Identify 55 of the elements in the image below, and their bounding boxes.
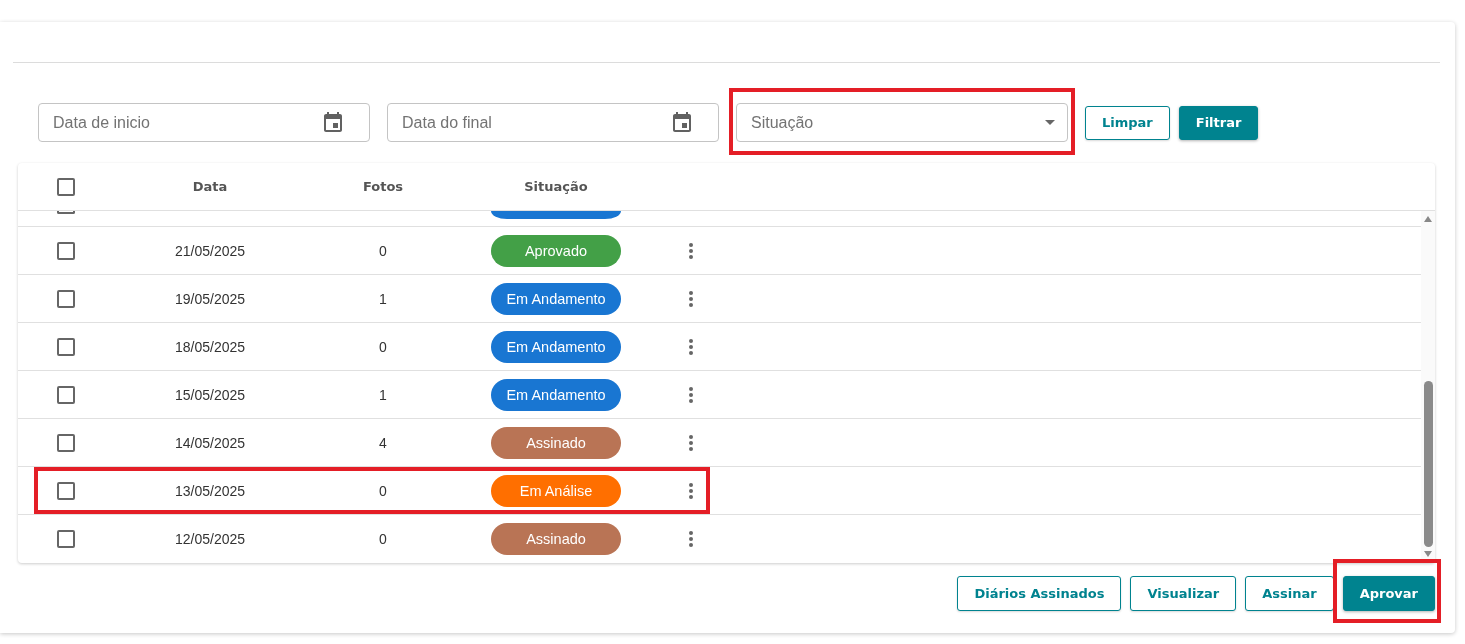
checkbox[interactable]	[57, 530, 75, 548]
kebab-menu-icon[interactable]	[689, 290, 693, 307]
scroll-down-icon[interactable]	[1424, 551, 1432, 557]
status-badge: Em Andamento	[491, 330, 621, 363]
checkbox[interactable]	[57, 337, 75, 356]
checkbox[interactable]	[57, 241, 75, 260]
kebab-menu-icon[interactable]	[689, 338, 693, 355]
checkbox[interactable]	[57, 481, 75, 500]
checkbox[interactable]	[57, 177, 75, 196]
status-badge: Em Andamento	[491, 378, 621, 411]
date-cell: 13/05/2025	[174, 482, 246, 499]
photo-count-cell: 0	[379, 482, 387, 499]
kebab-menu-icon[interactable]	[689, 531, 693, 547]
calendar-icon[interactable]	[673, 112, 691, 132]
kebab-menu-icon[interactable]	[689, 434, 693, 451]
checkbox[interactable]	[57, 385, 75, 404]
date-field[interactable]: Data do final	[387, 103, 719, 142]
clear-button[interactable]: Limpar	[1085, 105, 1170, 140]
date-cell: 14/05/2025	[174, 434, 246, 451]
kebab-menu-icon[interactable]	[689, 386, 693, 403]
scrollbar-thumb[interactable]	[1423, 381, 1433, 547]
sign-button[interactable]: Assinar	[1245, 576, 1334, 611]
status-badge: Assinado	[491, 523, 621, 555]
date-cell: 18/05/2025	[174, 338, 246, 355]
scroll-up-icon[interactable]	[1424, 216, 1432, 222]
signed-diaries-button[interactable]: Diários Assinados	[957, 576, 1122, 611]
caret-icon[interactable]	[1045, 120, 1055, 125]
status-badge: Em Andamento	[491, 282, 621, 315]
photo-count-cell: 0	[379, 338, 387, 355]
column-header: Situação	[524, 179, 588, 194]
checkbox[interactable]	[57, 289, 75, 308]
photo-count-cell: 1	[379, 386, 387, 403]
date-cell: 19/05/2025	[174, 290, 246, 307]
photo-count-cell: 0	[379, 531, 387, 547]
checkbox[interactable]	[57, 433, 75, 452]
date-field[interactable]: Data de inicio	[38, 103, 370, 142]
status-badge: Assinado	[491, 426, 621, 459]
photo-count-cell: 0	[379, 242, 387, 259]
date-cell: 21/05/2025	[174, 242, 246, 259]
column-header: Data	[192, 179, 228, 194]
column-header: Fotos	[362, 179, 404, 194]
calendar-icon[interactable]	[324, 112, 342, 132]
date-cell: 15/05/2025	[174, 386, 246, 403]
approve-button[interactable]: Aprovar	[1342, 576, 1435, 611]
status-badge: Em Análise	[491, 474, 621, 507]
status-badge: Aprovado	[491, 234, 621, 267]
status-select[interactable]: Situação	[736, 103, 1068, 142]
kebab-menu-icon[interactable]	[689, 482, 693, 499]
view-button[interactable]: Visualizar	[1130, 576, 1237, 611]
date-cell: 12/05/2025	[174, 531, 246, 547]
photo-count-cell: 1	[379, 290, 387, 307]
checkbox[interactable]	[57, 211, 75, 214]
filter-button[interactable]: Filtrar	[1178, 105, 1259, 140]
kebab-menu-icon[interactable]	[689, 242, 693, 259]
photo-count-cell: 4	[379, 434, 387, 451]
